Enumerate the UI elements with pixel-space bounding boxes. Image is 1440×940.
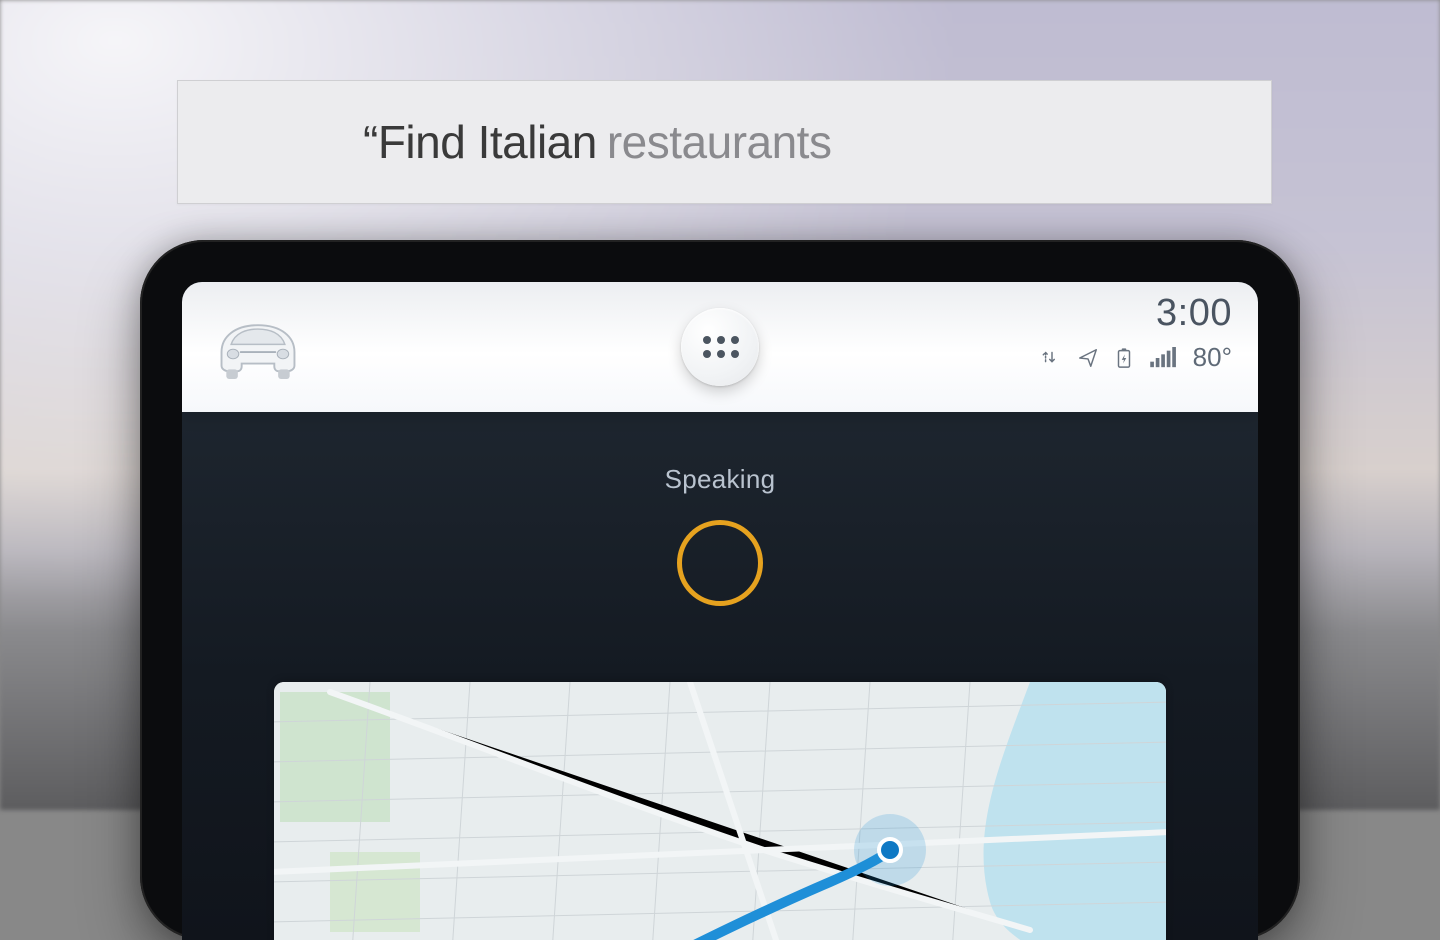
- status-right: 3:00: [1041, 294, 1232, 373]
- voice-caption-bar: “Find Italianrestaurants: [177, 80, 1272, 204]
- clock: 3:00: [1041, 294, 1232, 332]
- voice-caption-text: “Find Italianrestaurants: [363, 115, 831, 169]
- signal-icon: [1149, 347, 1179, 369]
- temperature: 80°: [1193, 342, 1232, 373]
- apps-button[interactable]: [681, 308, 759, 386]
- location-icon: [1077, 347, 1099, 369]
- data-transfer-icon: [1041, 347, 1063, 369]
- status-bar: 3:00: [182, 282, 1258, 412]
- voice-caption-part2: restaurants: [607, 116, 832, 168]
- battery-icon: [1113, 347, 1135, 369]
- voice-listen-ring-icon: [677, 520, 763, 606]
- device-frame: 3:00: [140, 240, 1300, 940]
- voice-state-label: Speaking: [182, 464, 1258, 495]
- voice-caption-part1: “Find Italian: [363, 116, 597, 168]
- map-preview[interactable]: [274, 682, 1166, 940]
- apps-grid-icon: [703, 336, 737, 358]
- vehicle-icon[interactable]: [210, 306, 306, 388]
- status-icons-row: 80°: [1041, 342, 1232, 373]
- device-screen: 3:00: [182, 282, 1258, 940]
